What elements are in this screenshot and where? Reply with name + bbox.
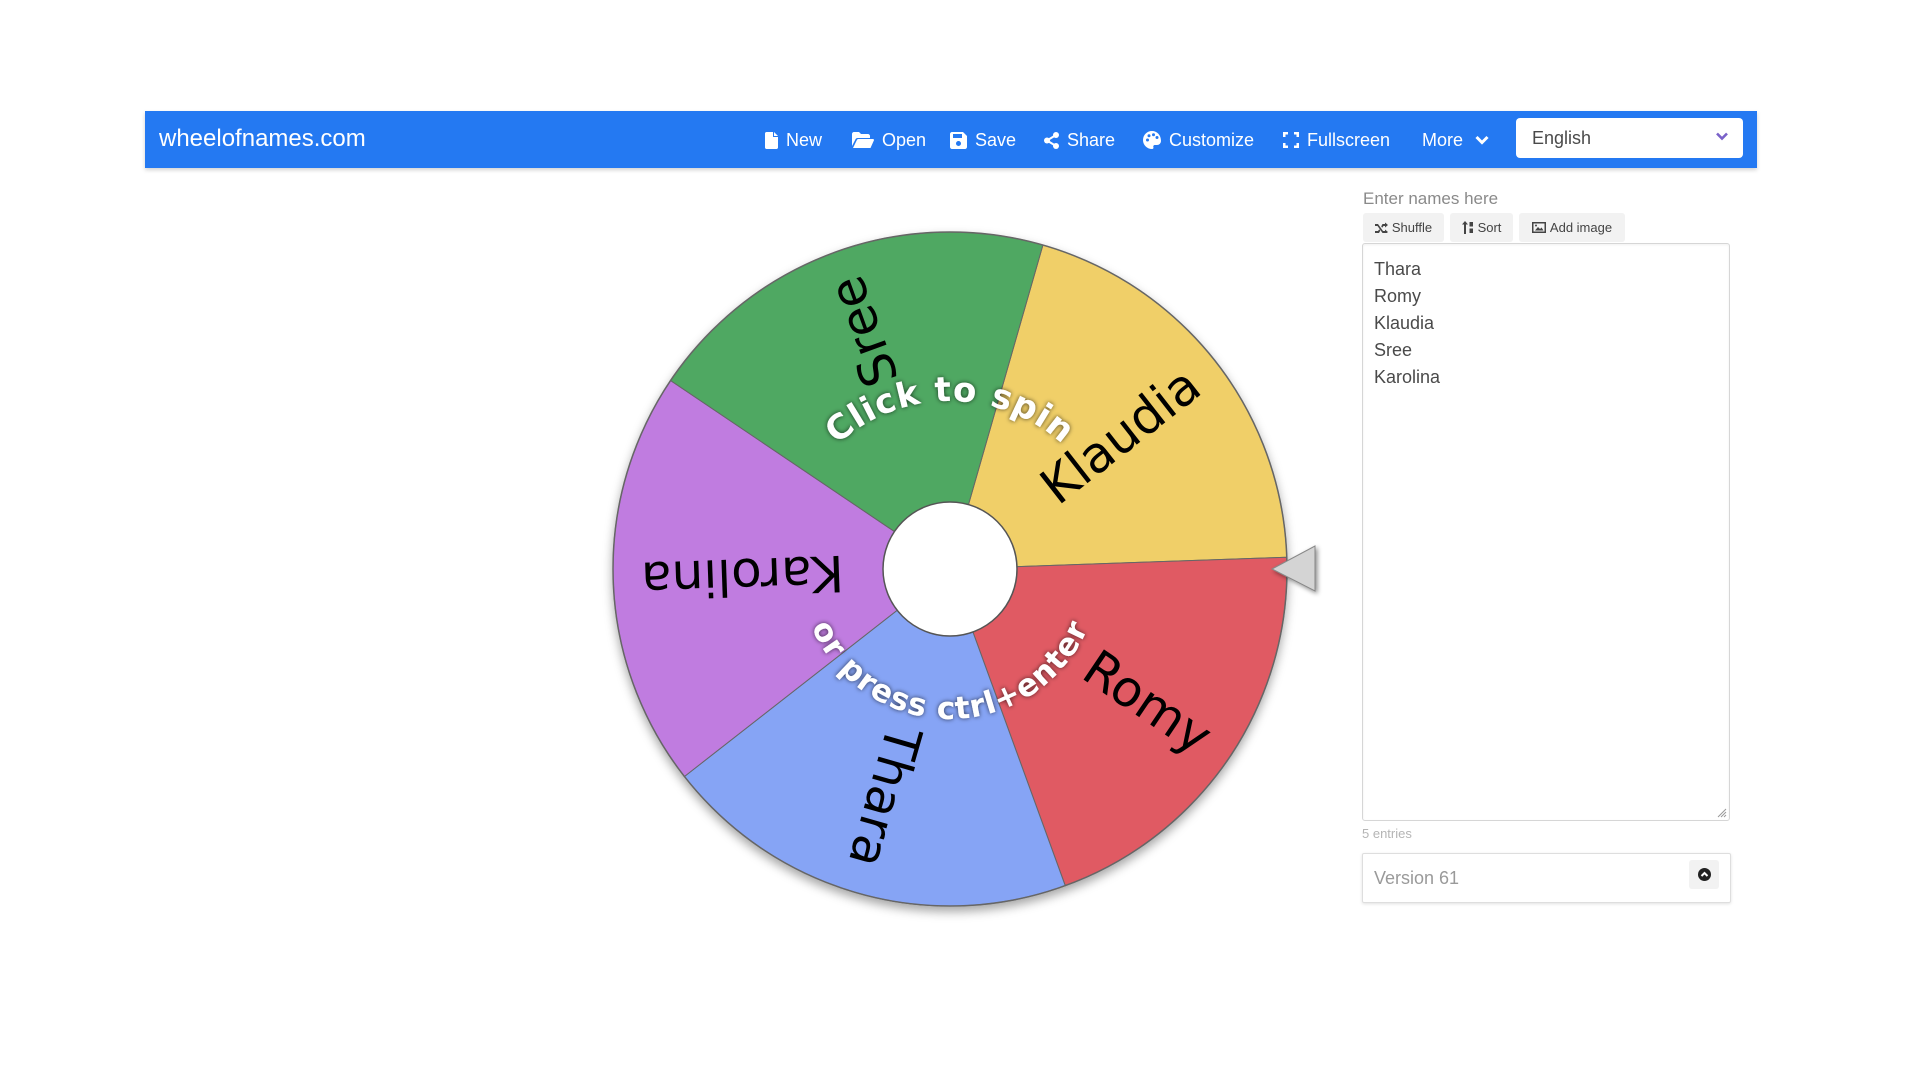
fullscreen-icon <box>1283 132 1299 148</box>
name-entry: Romy <box>1374 286 1422 306</box>
wheel-container[interactable]: Klaudia Romy Thara Karolina Sree Click to sp… <box>600 220 1340 940</box>
add-image-label: Add image <box>1549 220 1613 235</box>
sort-button[interactable]: Sort <box>1450 213 1513 242</box>
more-menu-button[interactable]: More <box>1422 128 1489 152</box>
wheel-hub[interactable] <box>882 501 1018 637</box>
save-button[interactable]: Save <box>950 128 1016 152</box>
floppy-disk-icon <box>950 131 967 149</box>
version-panel[interactable]: Version 61 <box>1362 853 1731 903</box>
share-icon <box>1044 131 1059 149</box>
language-selected-value: English <box>1532 127 1592 148</box>
share-label: Share <box>1067 130 1116 150</box>
more-label: More <box>1422 130 1464 150</box>
name-entry: Sree <box>1374 340 1413 360</box>
share-button[interactable]: Share <box>1044 128 1115 152</box>
language-select[interactable]: English <box>1516 118 1743 158</box>
customize-label: Customize <box>1169 130 1255 150</box>
site-brand[interactable]: wheelofnames.com <box>159 125 366 153</box>
open-label: Open <box>882 130 927 150</box>
shuffle-icon <box>1374 222 1388 233</box>
resize-handle-icon[interactable] <box>1715 806 1727 818</box>
name-entry: Thara <box>1374 259 1422 279</box>
name-entry: Karolina <box>1374 367 1441 387</box>
open-button[interactable]: Open <box>852 128 926 152</box>
version-label: Version 61 <box>1374 868 1460 888</box>
sort-icon <box>1461 221 1473 234</box>
chevron-down-icon <box>1716 132 1728 141</box>
chevron-circle-up-icon <box>1697 868 1711 881</box>
folder-open-icon <box>852 132 874 148</box>
wheel-of-names[interactable]: KlaudiaRomyTharaKarolinaSree Click to sp… <box>600 220 1340 940</box>
fullscreen-label: Fullscreen <box>1307 130 1391 150</box>
top-navbar: wheelofnames.com New Open Save Share Cus… <box>145 111 1757 168</box>
shuffle-button[interactable]: Shuffle <box>1363 213 1444 242</box>
image-icon <box>1531 222 1546 233</box>
sort-label: Sort <box>1477 220 1502 235</box>
fullscreen-button[interactable]: Fullscreen <box>1283 128 1390 152</box>
names-input-label: Enter names here <box>1363 189 1499 208</box>
save-label: Save <box>975 130 1017 150</box>
names-textarea[interactable]: Thara Romy Klaudia Sree Karolina <box>1362 243 1730 821</box>
palette-icon <box>1143 131 1161 149</box>
wheel-segment-label: Karolina <box>640 544 845 609</box>
chevron-down-icon <box>1475 135 1489 145</box>
shuffle-label: Shuffle <box>1391 220 1433 235</box>
customize-button[interactable]: Customize <box>1143 128 1254 152</box>
name-entry: Klaudia <box>1374 313 1435 333</box>
add-image-button[interactable]: Add image <box>1519 213 1625 242</box>
file-icon <box>765 131 778 149</box>
entries-count: 5 entries <box>1362 826 1412 841</box>
new-button[interactable]: New <box>765 128 822 152</box>
version-expand-button[interactable] <box>1689 860 1719 889</box>
new-label: New <box>786 130 823 150</box>
names-list: Thara Romy Klaudia Sree Karolina <box>1374 256 1440 391</box>
